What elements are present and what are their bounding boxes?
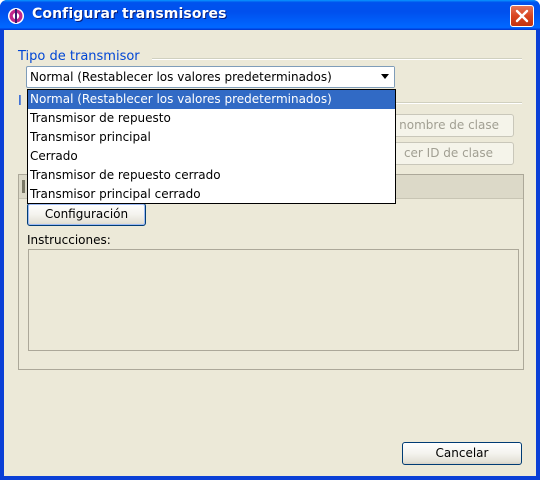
dropdown-option[interactable]: Cerrado [28,147,395,166]
dropdown-option[interactable]: Transmisor principal cerrado [28,185,395,204]
transmitter-type-dropdown-list[interactable]: Normal (Restablecer los valores predeter… [27,89,396,204]
transmitter-type-select-value: Normal (Restablecer los valores predeter… [30,70,332,84]
close-button[interactable] [510,5,534,27]
window-title: Configurar transmisores [32,6,227,22]
transmitter-type-group-title: Tipo de transmisor [18,49,144,64]
group-divider [396,102,522,104]
class-name-button-label: nombre de clase [399,118,499,132]
panel-tab-stub [22,180,25,193]
configuration-button-label: Configuración [44,207,129,221]
cancel-button-label: Cancelar [435,446,489,460]
java-cup-icon [7,7,25,25]
dropdown-option[interactable]: Transmisor de repuesto cerrado [28,166,395,185]
cancel-button[interactable]: Cancelar [402,442,522,465]
configuration-button[interactable]: Configuración [27,203,146,226]
close-icon [515,9,529,23]
dialog-window: Configurar transmisores Tipo de transmis… [0,0,540,480]
dropdown-option[interactable]: Normal (Restablecer los valores predeter… [28,90,395,109]
dropdown-button[interactable] [376,67,394,87]
dropdown-option[interactable]: Transmisor de repuesto [28,109,395,128]
class-name-button[interactable]: nombre de clase [386,114,514,137]
info-group-title: I [18,94,26,109]
title-bar[interactable]: Configurar transmisores [0,0,540,30]
class-id-button[interactable]: cer ID de clase [386,142,514,165]
dialog-body: Tipo de transmisor Normal (Restablecer l… [4,30,536,476]
class-id-button-label: cer ID de clase [403,146,493,160]
instructions-label: Instrucciones: [27,233,111,247]
instructions-textarea[interactable] [28,249,519,351]
group-divider [152,58,522,60]
transmitter-type-select[interactable]: Normal (Restablecer los valores predeter… [26,66,395,88]
chevron-down-icon [381,74,389,79]
dropdown-option[interactable]: Transmisor principal [28,128,395,147]
